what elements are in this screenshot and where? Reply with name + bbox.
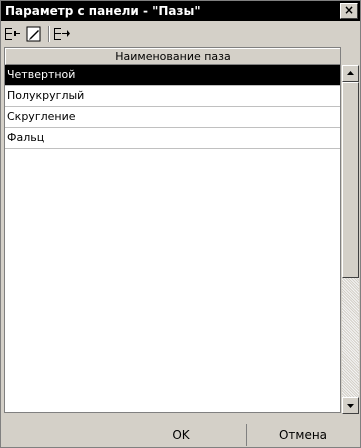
table-row[interactable]: Полукруглый <box>5 86 340 107</box>
scroll-up-button[interactable] <box>342 65 359 82</box>
vertical-scrollbar[interactable] <box>342 65 359 414</box>
arrow-up-icon <box>347 71 354 75</box>
grooves-table: Наименование паза Четвертной Полукруглый… <box>4 47 341 413</box>
edit-icon[interactable] <box>24 25 44 43</box>
scroll-down-button[interactable] <box>342 397 359 414</box>
table-row[interactable]: Четвертной <box>5 65 340 86</box>
scroll-track[interactable] <box>342 278 359 397</box>
column-header-groove-name[interactable]: Наименование паза <box>5 48 340 65</box>
append-row-icon[interactable] <box>52 25 72 43</box>
dialog-window: Параметр с панели - "Пазы" × Наименовани… <box>0 0 361 448</box>
scroll-thumb[interactable] <box>342 82 359 278</box>
title-bar: Параметр с панели - "Пазы" × <box>1 1 360 21</box>
ok-button[interactable]: OK <box>121 424 241 446</box>
window-title: Параметр с панели - "Пазы" <box>5 4 201 18</box>
toolbar-separator <box>48 26 50 42</box>
insert-row-icon[interactable] <box>3 25 23 43</box>
close-button[interactable]: × <box>340 3 358 19</box>
cancel-button[interactable]: Отмена <box>246 424 359 446</box>
table-row[interactable]: Скругление <box>5 107 340 128</box>
table-row[interactable]: Фальц <box>5 128 340 149</box>
arrow-down-icon <box>347 404 354 408</box>
toolbar <box>1 22 360 46</box>
